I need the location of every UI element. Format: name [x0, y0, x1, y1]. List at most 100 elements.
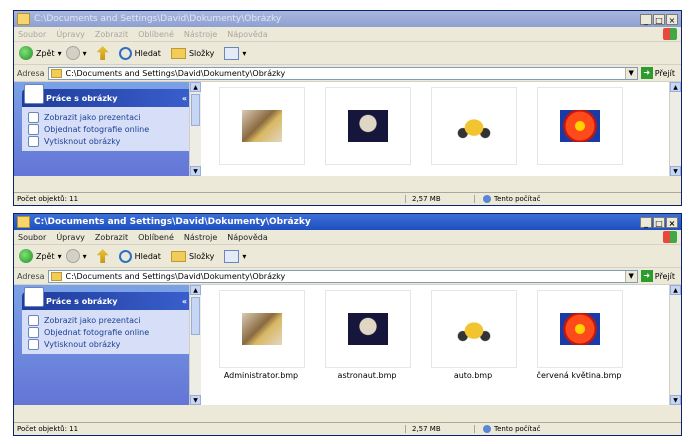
file-thumbnail-auto[interactable]: [431, 290, 517, 368]
search-label: Hledat: [134, 251, 161, 261]
address-input[interactable]: C:\Documents and Settings\David\Dokument…: [47, 66, 638, 80]
go-button[interactable]: ➜ Přejít: [640, 270, 678, 282]
astronaut-image: [348, 110, 388, 142]
status-bar: Počet objektů: 11 2,57 MB Tento počítač: [14, 192, 681, 205]
scroll-down-arrow[interactable]: ▼: [670, 166, 681, 176]
back-button[interactable]: Zpět ▾: [19, 46, 62, 60]
close-button[interactable]: ×: [666, 216, 678, 228]
minimize-button[interactable]: _: [640, 216, 652, 228]
task-group-title: Práce s obrázky: [46, 93, 118, 103]
go-icon: ➜: [640, 270, 653, 282]
address-input[interactable]: C:\Documents and Settings\David\Dokument…: [47, 269, 638, 283]
task-group-header[interactable]: Práce s obrázky «: [22, 84, 193, 107]
task-pane-scrollbar[interactable]: ▲ ▼: [189, 82, 201, 176]
folders-icon: [170, 47, 186, 59]
bike-image: [242, 110, 282, 142]
scroll-up-arrow[interactable]: ▲: [670, 285, 681, 295]
title-bar[interactable]: C:\Documents and Settings\David\Dokument…: [14, 214, 681, 230]
close-button[interactable]: ×: [666, 13, 678, 25]
task-pane: Práce s obrázky « Zobrazit jako prezenta…: [14, 82, 201, 176]
collapse-icon[interactable]: «: [182, 297, 187, 306]
explorer-window-inactive: C:\Documents and Settings\David\Dokument…: [13, 10, 682, 206]
task-print[interactable]: Vytisknout obrázky: [28, 135, 187, 147]
task-pane: Práce s obrázky « Zobrazit jako prezenta…: [14, 285, 201, 405]
scroll-thumb[interactable]: [191, 94, 200, 126]
title-bar[interactable]: C:\Documents and Settings\David\Dokument…: [14, 11, 681, 27]
status-bar: Počet objektů: 11 2,57 MB Tento počítač: [14, 422, 681, 435]
views-button[interactable]: ▾: [224, 249, 246, 263]
file-thumbnail-administrator[interactable]: [219, 87, 305, 165]
windows-flag-icon: [663, 231, 677, 243]
back-button[interactable]: Zpět ▾: [19, 249, 62, 263]
scroll-down-arrow[interactable]: ▼: [190, 166, 201, 176]
maximize-button[interactable]: □: [653, 216, 665, 228]
search-button[interactable]: Hledat: [118, 249, 161, 263]
address-dropdown-button[interactable]: ▼: [624, 67, 637, 79]
file-thumbnail-astronaut[interactable]: [325, 87, 411, 165]
file-view-scrollbar[interactable]: ▲ ▼: [669, 285, 681, 405]
task-order-prints[interactable]: Objednat fotografie online: [28, 326, 187, 338]
task-group-title: Práce s obrázky: [46, 296, 118, 306]
file-name-flower[interactable]: červená květina.bmp: [533, 371, 625, 380]
file-name-astronaut[interactable]: astronaut.bmp: [321, 371, 413, 380]
menu-edit[interactable]: Úpravy: [56, 233, 85, 242]
file-name-auto[interactable]: auto.bmp: [427, 371, 519, 380]
menu-favorites[interactable]: Oblíbené: [138, 30, 174, 39]
menu-help[interactable]: Nápověda: [227, 30, 268, 39]
back-icon: [19, 249, 33, 263]
search-button[interactable]: Hledat: [118, 46, 161, 60]
search-icon: [118, 46, 132, 60]
menu-tools[interactable]: Nástroje: [184, 233, 217, 242]
scroll-down-arrow[interactable]: ▼: [670, 395, 681, 405]
task-print[interactable]: Vytisknout obrázky: [28, 338, 187, 350]
up-button[interactable]: [96, 249, 109, 263]
task-slideshow[interactable]: Zobrazit jako prezentaci: [28, 314, 187, 326]
menu-edit[interactable]: Úpravy: [56, 30, 85, 39]
menu-file[interactable]: Soubor: [18, 233, 46, 242]
object-count: Počet objektů: 11: [14, 425, 406, 433]
up-folder-icon: [96, 249, 109, 263]
forward-icon: [65, 249, 80, 263]
folders-icon: [170, 250, 186, 262]
go-label: Přejít: [654, 271, 675, 281]
minimize-button[interactable]: _: [640, 13, 652, 25]
printer-icon: [28, 135, 39, 147]
scroll-up-arrow[interactable]: ▲: [670, 82, 681, 92]
window-title: C:\Documents and Settings\David\Dokument…: [34, 217, 311, 227]
task-slideshow[interactable]: Zobrazit jako prezentaci: [28, 111, 187, 123]
address-label: Adresa: [17, 271, 45, 281]
scroll-up-arrow[interactable]: ▲: [190, 82, 201, 92]
maximize-button[interactable]: □: [653, 13, 665, 25]
menu-help[interactable]: Nápověda: [227, 233, 268, 242]
folders-button[interactable]: Složky: [170, 47, 214, 59]
file-thumbnail-astronaut[interactable]: [325, 290, 411, 368]
forward-button[interactable]: ▾: [65, 46, 87, 60]
file-thumbnail-flower[interactable]: [537, 290, 623, 368]
views-button[interactable]: ▾: [224, 46, 246, 60]
menu-favorites[interactable]: Oblíbené: [138, 233, 174, 242]
task-order-prints[interactable]: Objednat fotografie online: [28, 123, 187, 135]
file-name-administrator[interactable]: Administrator.bmp: [215, 371, 307, 380]
collapse-icon[interactable]: «: [182, 94, 187, 103]
menu-file[interactable]: Soubor: [18, 30, 46, 39]
menu-view[interactable]: Zobrazit: [95, 30, 128, 39]
address-dropdown-button[interactable]: ▼: [624, 270, 637, 282]
folders-button[interactable]: Složky: [170, 250, 214, 262]
up-button[interactable]: [96, 46, 109, 60]
file-thumbnail-auto[interactable]: [431, 87, 517, 165]
go-button[interactable]: ➜ Přejít: [640, 67, 678, 79]
menu-view[interactable]: Zobrazit: [95, 233, 128, 242]
file-thumbnail-flower[interactable]: [537, 87, 623, 165]
scroll-up-arrow[interactable]: ▲: [190, 285, 201, 295]
windows-flag-icon: [663, 28, 677, 40]
scroll-thumb[interactable]: [191, 297, 200, 335]
computer-icon: [483, 425, 491, 433]
folder-icon: [50, 68, 62, 78]
file-view-scrollbar[interactable]: ▲ ▼: [669, 82, 681, 176]
scroll-down-arrow[interactable]: ▼: [190, 395, 201, 405]
menu-tools[interactable]: Nástroje: [184, 30, 217, 39]
task-pane-scrollbar[interactable]: ▲ ▼: [189, 285, 201, 405]
forward-button[interactable]: ▾: [65, 249, 87, 263]
file-thumbnail-administrator[interactable]: [219, 290, 305, 368]
task-group-header[interactable]: Práce s obrázky «: [22, 287, 193, 310]
